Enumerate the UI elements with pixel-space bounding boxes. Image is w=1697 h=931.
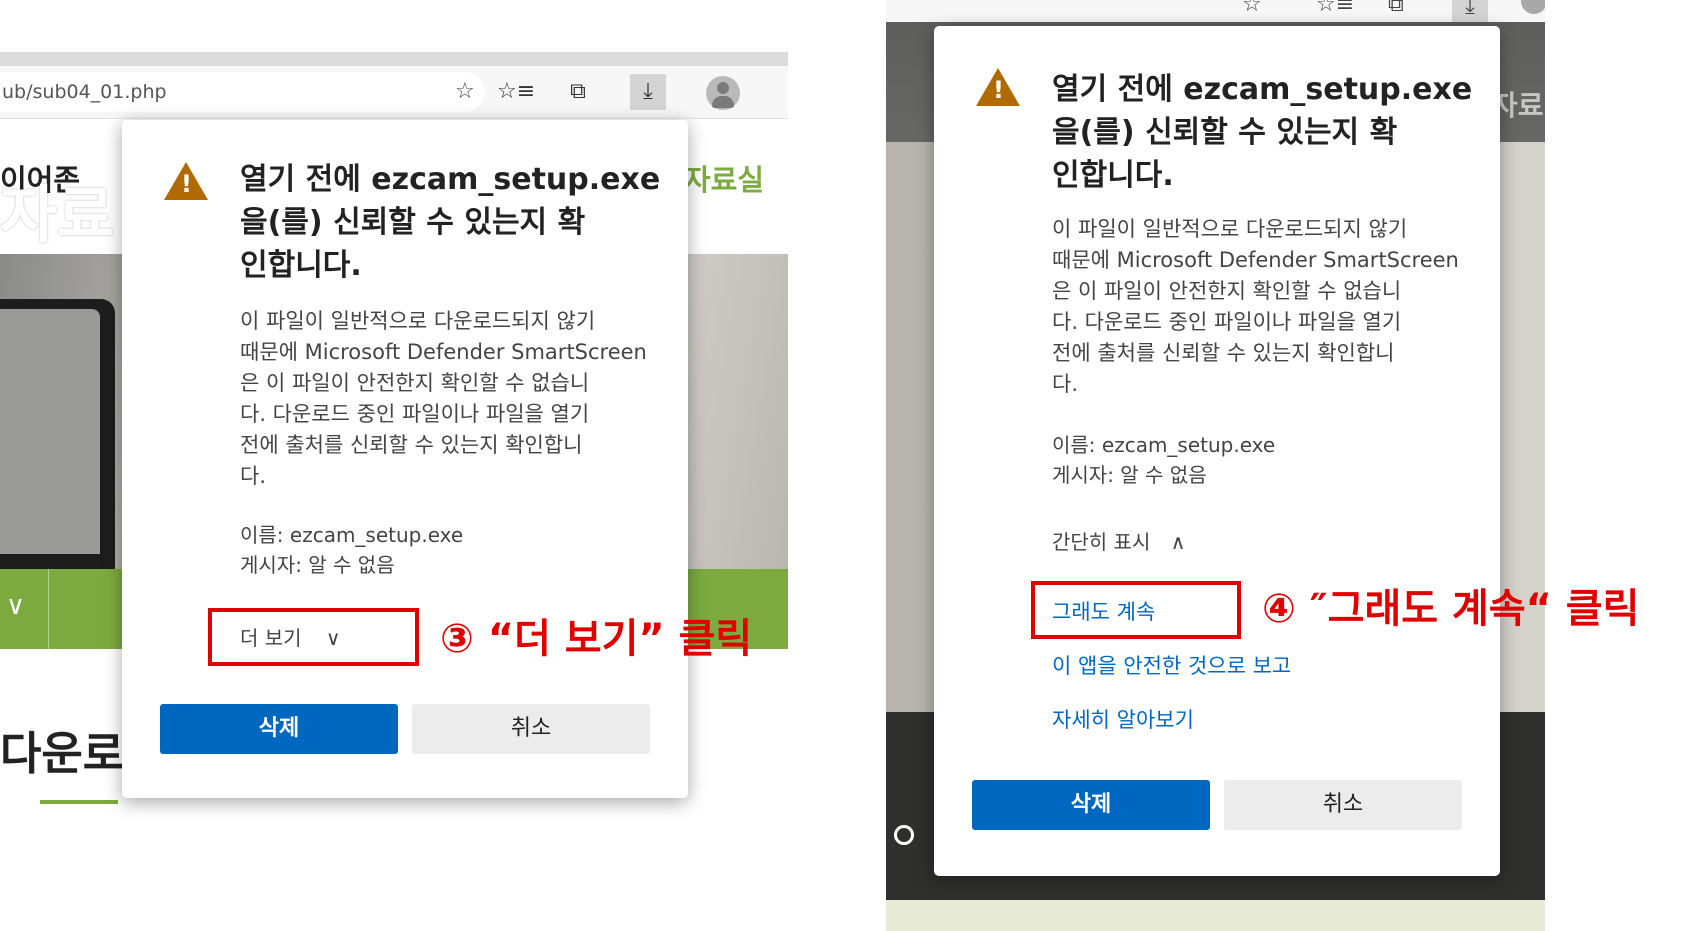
publisher: 게시자: 알 수 없음 [1052, 463, 1207, 487]
download-warning-dialog: ! 열기 전에 ezcam_setup.exe 을(를) 신뢰할 수 있는지 확… [122, 120, 688, 798]
file-name: 이름: ezcam_setup.exe [240, 523, 464, 547]
address-text: ub/sub04_01.php [2, 81, 167, 103]
download-warning-dialog-expanded: ! 열기 전에 ezcam_setup.exe 을(를) 신뢰할 수 있는지 확… [934, 26, 1500, 876]
star-plus-icon[interactable]: ☆ [455, 72, 475, 112]
download-warning-icon[interactable]: ⤓ [1452, 0, 1488, 22]
collections-icon[interactable]: ⧉ [1388, 0, 1404, 17]
cancel-button[interactable]: 취소 [412, 704, 650, 754]
delete-button[interactable]: 삭제 [972, 780, 1210, 830]
monitor-image [0, 299, 115, 569]
slider-dot-icon[interactable] [894, 825, 914, 845]
dialog-heading: 열기 전에 ezcam_setup.exe 을(를) 신뢰할 수 있는지 확 인… [240, 162, 661, 283]
title-underline [40, 800, 118, 804]
warning-icon: ! [164, 162, 208, 200]
download-warning-icon[interactable]: ⤓ [630, 74, 666, 110]
learn-more-link[interactable]: 자세히 알아보기 [1052, 704, 1194, 734]
tab-strip [0, 52, 788, 66]
delete-button[interactable]: 삭제 [160, 704, 398, 754]
show-less-button[interactable]: 간단히 표시 ∧ [1052, 526, 1185, 555]
publisher: 게시자: 알 수 없음 [240, 553, 395, 577]
chevron-up-icon: ∧ [1170, 530, 1186, 554]
favorites-list-icon[interactable]: ☆≡ [497, 74, 535, 110]
avatar-icon[interactable] [1521, 0, 1545, 14]
collections-icon[interactable]: ⧉ [560, 74, 596, 110]
file-name: 이름: ezcam_setup.exe [1052, 433, 1276, 457]
star-plus-icon[interactable]: ☆ [1242, 0, 1262, 17]
avatar-icon[interactable] [706, 76, 740, 110]
annotation-text: ④ ″그래도 계속“ 클릭 [1262, 586, 1640, 632]
nav-item-data-room[interactable]: 자료실 [684, 157, 764, 199]
annotation-text: ③ “더 보기” 클릭 [440, 616, 753, 662]
dialog-description: 이 파일이 일반적으로 다운로드되지 않기 때문에 Microsoft Defe… [1052, 217, 1459, 396]
report-safe-link[interactable]: 이 앱을 안전한 것으로 보고 [1052, 650, 1291, 680]
dialog-description: 이 파일이 일반적으로 다운로드되지 않기 때문에 Microsoft Defe… [240, 309, 647, 488]
dialog-heading: 열기 전에 ezcam_setup.exe 을(를) 신뢰할 수 있는지 확 인… [1052, 72, 1473, 193]
hero-title: 자료 [0, 178, 115, 251]
annotation-highlight-box [208, 608, 419, 666]
show-less-label: 간단히 표시 [1052, 530, 1151, 554]
section-title: 다운로 [0, 727, 125, 780]
warning-icon: ! [976, 68, 1020, 106]
annotation-highlight-box [1031, 581, 1241, 639]
chevron-down-icon[interactable]: ∨ [6, 591, 25, 621]
favorites-list-icon[interactable]: ☆≡ [1316, 0, 1354, 17]
address-bar[interactable]: ub/sub04_01.php ☆ [0, 72, 485, 112]
cancel-button[interactable]: 취소 [1224, 780, 1462, 830]
page-footer-strip [886, 900, 1545, 931]
browser-toolbar: ☆ ☆≡ ⧉ ⤓ [886, 0, 1545, 22]
browser-toolbar: ub/sub04_01.php ☆ ☆≡ ⧉ ⤓ [0, 66, 788, 119]
